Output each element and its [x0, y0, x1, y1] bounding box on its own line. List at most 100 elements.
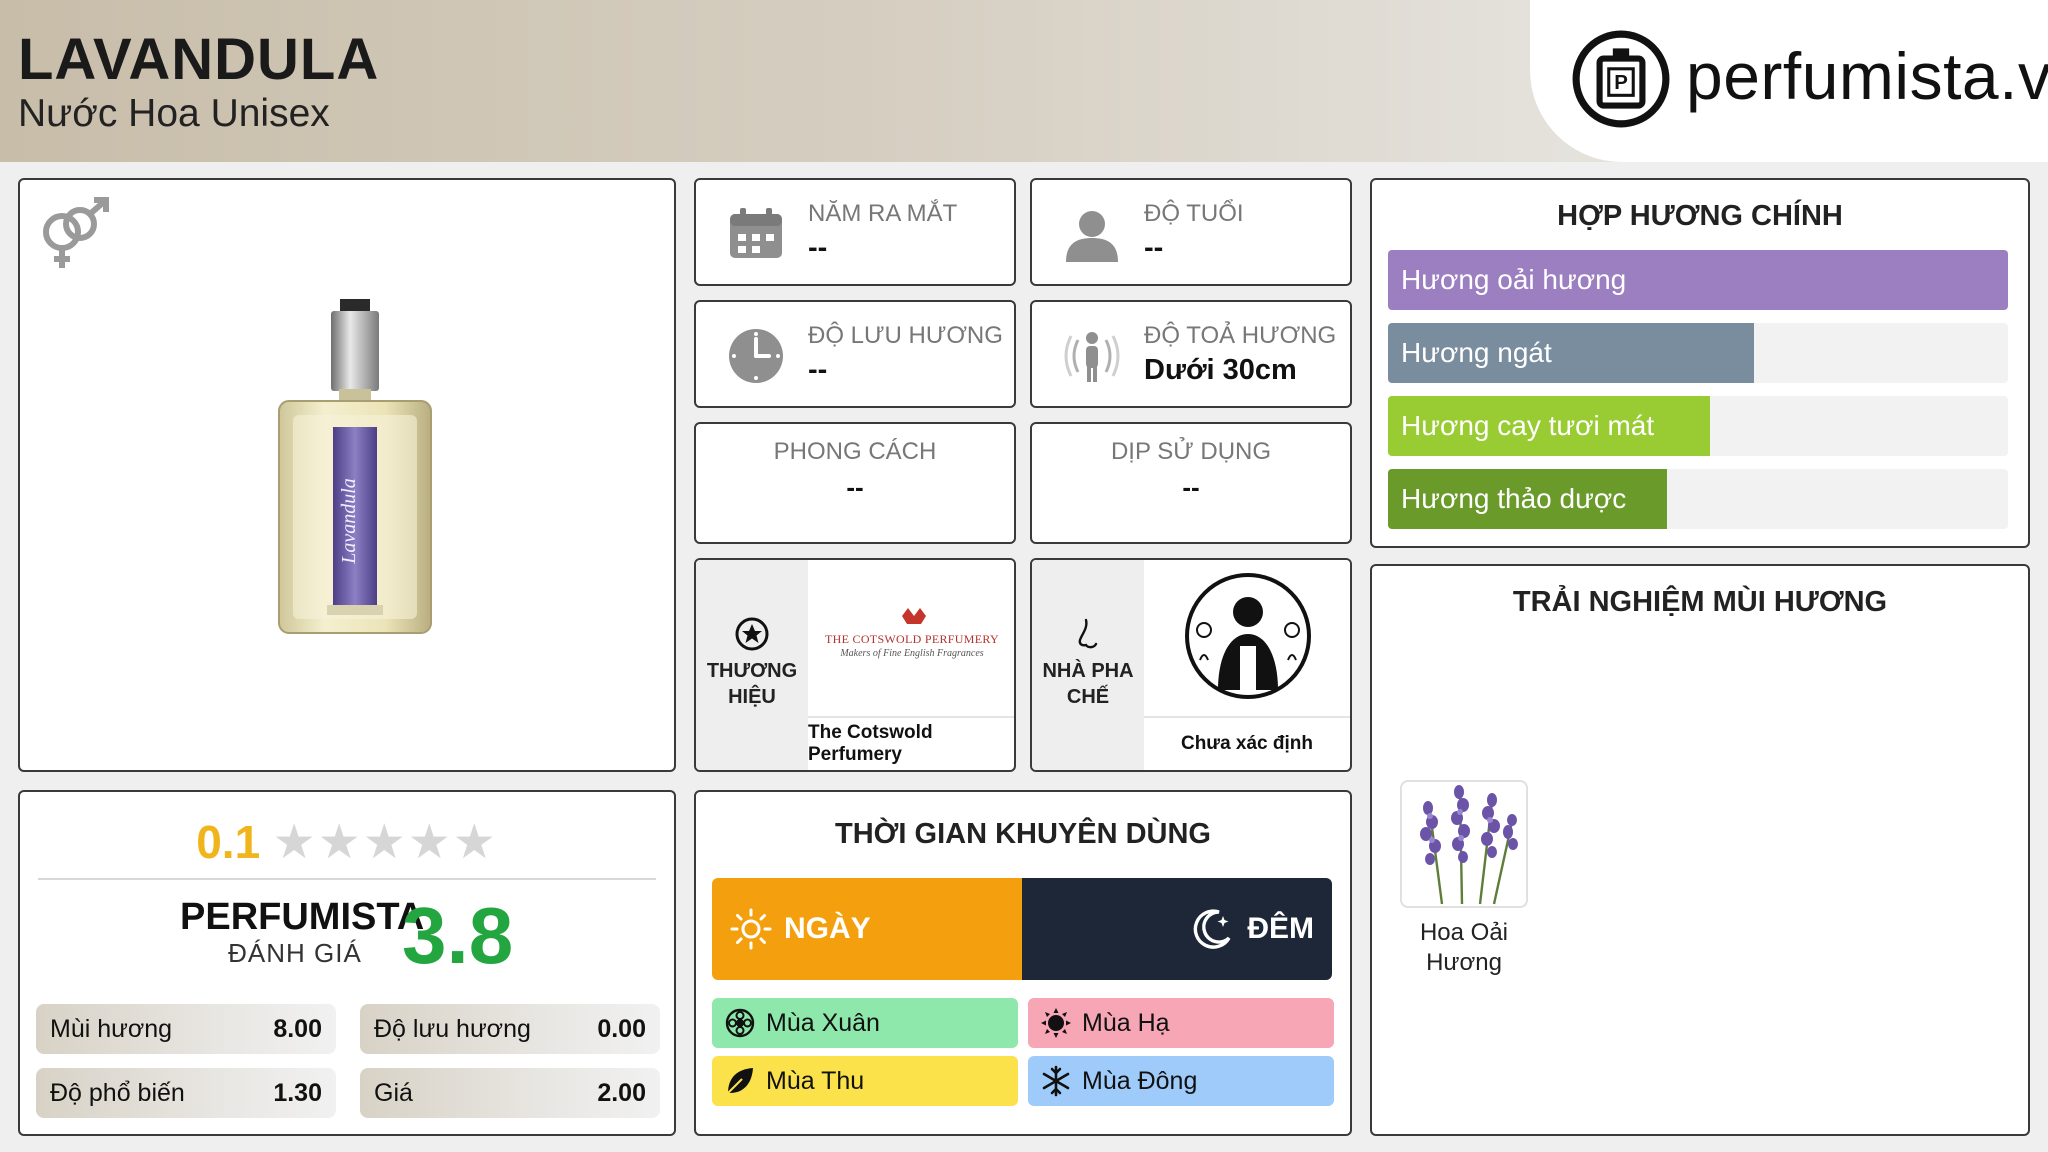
- metric-pill: Giá 2.00: [360, 1068, 660, 1118]
- rating-stars[interactable]: ★★★★★: [273, 814, 498, 870]
- brand-logo-line1: THE COTSWOLD PERFUMERY: [825, 632, 999, 646]
- info-value: --: [1182, 472, 1200, 502]
- metric-label: Mùi hương: [50, 1014, 173, 1043]
- info-value: --: [808, 232, 828, 264]
- info-label: DỊP SỬ DỤNG: [1110, 438, 1272, 465]
- perfumer-label-panel: NHÀ PHA CHẾ: [1032, 560, 1144, 770]
- note-tile-lavender[interactable]: [1400, 780, 1528, 908]
- info-value: Dưới 30cm: [1144, 354, 1297, 386]
- brand-label: THƯƠNG HIỆU: [706, 660, 798, 708]
- accord-bar: Hương ngát: [1388, 323, 2008, 383]
- metric-value: 0.00: [597, 1014, 646, 1043]
- sillage-icon: [1064, 332, 1120, 382]
- occasion-card: DỊP SỬ DỤNG --: [1030, 422, 1352, 544]
- info-value: --: [808, 354, 828, 386]
- star-icon[interactable]: ★: [453, 816, 498, 869]
- star-icon[interactable]: ★: [408, 816, 453, 869]
- metric-label: Độ phổ biến: [50, 1078, 185, 1107]
- main-accords-card: HỢP HƯƠNG CHÍNH Hương oải hương Hương ng…: [1370, 178, 2030, 548]
- info-label: ĐỘ TOẢ HƯƠNG: [1144, 322, 1337, 349]
- unisex-icon: [43, 197, 109, 268]
- day-night-bar: NGÀY ĐÊM: [712, 878, 1332, 980]
- day-label: NGÀY: [784, 912, 871, 945]
- star-icon[interactable]: ★: [273, 816, 318, 869]
- clock-icon: [729, 329, 783, 383]
- svg-text:P: P: [1614, 72, 1628, 94]
- accord-label: Hương cay tươi mát: [1401, 410, 1655, 441]
- page-header: LAVANDULA Nước Hoa Unisex P perfumista.v…: [0, 0, 2048, 162]
- season-autumn: Mùa Thu: [712, 1056, 1018, 1106]
- perfumer-portrait: [1144, 560, 1350, 715]
- info-value: --: [1144, 232, 1164, 264]
- product-subtitle: Nước Hoa Unisex: [18, 92, 330, 135]
- lavender-icon: [1420, 785, 1518, 905]
- brand-logo-line2: Makers of Fine English Fragrances: [840, 648, 984, 659]
- accord-label: Hương ngát: [1401, 337, 1552, 368]
- season-winter: Mùa Đông: [1028, 1056, 1334, 1106]
- perfumista-rating-label: PERFUMISTA ĐÁNH GIÁ: [180, 896, 425, 969]
- brand-logo: THE COTSWOLD PERFUMERY Makers of Fine En…: [808, 560, 1014, 715]
- calendar-icon: [730, 208, 782, 258]
- perfumista-name: PERFUMISTA: [180, 896, 425, 938]
- svg-text:Lavandula: Lavandula: [338, 478, 360, 565]
- accord-bar: Hương cay tươi mát: [1388, 396, 2008, 456]
- perfume-bottle-logo-icon: P: [1572, 30, 1670, 128]
- info-label: ĐỘ TUỔI: [1144, 200, 1244, 227]
- scent-experience-card: TRẢI NGHIỆM MÙI HƯƠNG Hoa Oải Hương: [1370, 564, 2030, 1136]
- accord-bar: Hương oải hương: [1388, 250, 2008, 310]
- note-name: Hoa Oải Hương: [1419, 919, 1509, 976]
- perfume-bottle-image: Lavandula: [278, 299, 432, 634]
- metric-label: Độ lưu hương: [374, 1014, 531, 1043]
- info-label: ĐỘ LƯU HƯƠNG: [808, 322, 1003, 349]
- season-label: Mùa Xuân: [766, 1008, 880, 1037]
- accord-label: Hương thảo dược: [1401, 483, 1627, 514]
- accords-title: HỢP HƯƠNG CHÍNH: [1557, 200, 1843, 232]
- experience-title: TRẢI NGHIỆM MÙI HƯƠNG: [1512, 586, 1888, 618]
- brand-card[interactable]: THƯƠNG HIỆU THE COTSWOLD PERFUMERY Maker…: [694, 558, 1016, 772]
- accord-bar: Hương thảo dược: [1388, 469, 2008, 529]
- winter-snowflake-icon: [1042, 1065, 1070, 1097]
- product-image-card: Lavandula: [18, 178, 676, 772]
- launch-year-card: NĂM RA MẮT --: [694, 178, 1016, 286]
- age-card: ĐỘ TUỔI --: [1030, 178, 1352, 286]
- person-icon: [1066, 211, 1118, 262]
- perfumer-name: Chưa xác định: [1144, 716, 1350, 770]
- season-label: Mùa Hạ: [1082, 1008, 1170, 1037]
- season-summer: Mùa Hạ: [1028, 998, 1334, 1048]
- info-label: PHONG CÁCH: [773, 438, 937, 465]
- accord-label: Hương oải hương: [1401, 264, 1627, 295]
- perfumista-score: 3.8: [402, 891, 514, 980]
- spring-flower-icon: [725, 1008, 755, 1038]
- recommended-time-card: THỜI GIAN KHUYÊN DÙNG NGÀY ĐÊM Mùa Xuân …: [694, 790, 1352, 1136]
- site-logo[interactable]: P perfumista.vn: [1530, 0, 2048, 162]
- star-icon[interactable]: ★: [363, 816, 408, 869]
- metric-pill: Độ phổ biến 1.30: [36, 1068, 336, 1118]
- metric-value: 1.30: [273, 1078, 322, 1107]
- star-icon[interactable]: ★: [318, 816, 363, 869]
- season-label: Mùa Đông: [1082, 1066, 1198, 1095]
- season-label: Mùa Thu: [766, 1066, 865, 1095]
- perfumer-label: NHÀ PHA CHẾ: [1042, 660, 1134, 708]
- style-card: PHONG CÁCH --: [694, 422, 1016, 544]
- perfumista-sub: ĐÁNH GIÁ: [228, 938, 362, 968]
- brand-name: The Cotswold Perfumery: [808, 716, 1014, 770]
- divider: [38, 878, 656, 880]
- night-segment: ĐÊM: [1022, 878, 1332, 980]
- metric-value: 8.00: [273, 1014, 322, 1043]
- night-label: ĐÊM: [1247, 912, 1314, 945]
- sillage-card: ĐỘ TOẢ HƯƠNG Dưới 30cm: [1030, 300, 1352, 408]
- metric-pill: Mùi hương 8.00: [36, 1004, 336, 1054]
- autumn-leaf-icon: [726, 1068, 753, 1095]
- metric-pill: Độ lưu hương 0.00: [360, 1004, 660, 1054]
- logo-text: perfumista.vn: [1686, 39, 2048, 113]
- nose-icon: [1078, 618, 1098, 649]
- metric-value: 2.00: [597, 1078, 646, 1107]
- info-value: --: [846, 472, 864, 502]
- longevity-card: ĐỘ LƯU HƯƠNG --: [694, 300, 1016, 408]
- time-title: THỜI GIAN KHUYÊN DÙNG: [835, 818, 1211, 850]
- perfumer-avatar-icon: [1185, 573, 1311, 699]
- moon-icon: [1194, 909, 1231, 949]
- metric-label: Giá: [374, 1078, 413, 1107]
- perfumer-card[interactable]: NHÀ PHA CHẾ Chưa xác định: [1030, 558, 1352, 772]
- day-segment: NGÀY: [712, 878, 1022, 980]
